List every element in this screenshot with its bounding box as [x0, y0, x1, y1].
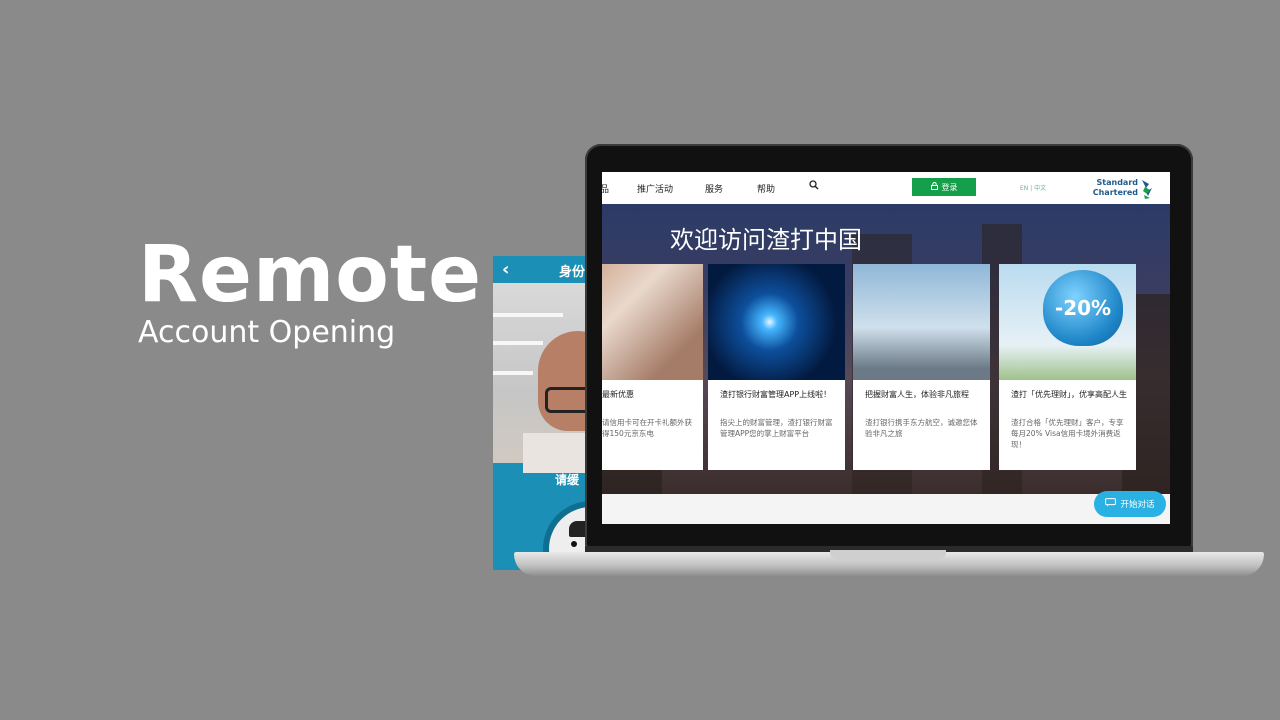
promo-card[interactable]: 最新优惠 请信用卡可在开卡礼额外获得150元京东电 [602, 264, 703, 470]
card-title: 最新优惠 [602, 390, 634, 399]
promo-card[interactable]: 渣打银行财富管理APP上线啦！ 指尖上的财富管理，渣打银行财富管理APP您的掌上… [708, 264, 845, 470]
standard-chartered-logo[interactable]: Standard Chartered [1092, 178, 1156, 200]
chevron-left-icon[interactable]: ‹ [502, 259, 509, 280]
start-chat-button[interactable]: 开始对话 [1094, 491, 1166, 517]
phone-header-title: 身份 [559, 265, 586, 280]
slide-subtitle: Account Opening [138, 315, 396, 350]
lock-icon [930, 182, 938, 192]
login-label: 登录 [941, 182, 958, 192]
login-button[interactable]: 登录 [912, 178, 976, 196]
card-image [853, 264, 990, 380]
card-image [602, 264, 703, 380]
discount-label: -20% [1054, 296, 1112, 320]
card-desc: 渣打合格「优先理财」客户，专享每月20% Visa信用卡境外消费返现！ [1011, 418, 1124, 449]
nav-item-promotions[interactable]: 推广活动 [637, 182, 673, 195]
card-desc: 指尖上的财富管理，渣打银行财富管理APP您的掌上财富平台 [720, 418, 833, 438]
promo-card[interactable]: 把握财富人生，体验非凡旅程 渣打银行携手东方航空，诚邀您体验非凡之旅 [853, 264, 990, 470]
laptop-screen: 品 推广活动 服务 帮助 登录 EN | 中文 Standard Charter… [602, 172, 1170, 524]
card-title: 渣打「优先理财」，优享高配人生 [1011, 390, 1127, 399]
site-nav: 品 推广活动 服务 帮助 登录 EN | 中文 Standard Charter… [602, 172, 1170, 204]
hero-banner: 欢迎访问渣打中国 最新优惠 请信用卡可在开卡礼额外获得150元京东电 渣打银行财… [602, 204, 1170, 494]
language-switch[interactable]: EN | 中文 [1020, 183, 1046, 192]
hero-heading: 欢迎访问渣打中国 [670, 226, 862, 254]
nav-item-services[interactable]: 服务 [705, 182, 723, 195]
card-desc: 渣打银行携手东方航空，诚邀您体验非凡之旅 [865, 418, 978, 438]
brand-line1: Standard [1096, 178, 1138, 187]
start-chat-label: 开始对话 [1120, 500, 1155, 510]
brand-line2: Chartered [1092, 188, 1138, 197]
nav-item-help[interactable]: 帮助 [757, 182, 775, 195]
chat-icon [1105, 498, 1117, 510]
card-title: 渣打银行财富管理APP上线啦！ [720, 390, 832, 399]
page-footer [602, 494, 1170, 524]
card-title: 把握财富人生，体验非凡旅程 [865, 390, 969, 399]
sc-logo-icon [1142, 180, 1152, 199]
promo-card[interactable]: -20% 渣打「优先理财」，优享高配人生 渣打合格「优先理财」客户，专享每月20… [999, 264, 1136, 470]
card-image: -20% [999, 264, 1136, 380]
card-desc: 请信用卡可在开卡礼额外获得150元京东电 [602, 418, 692, 438]
slide-title: Remote [138, 230, 483, 320]
card-image [708, 264, 845, 380]
nav-item-partial[interactable]: 品 [602, 182, 609, 195]
search-icon[interactable] [809, 180, 819, 193]
balloon-badge: -20% [1043, 270, 1123, 346]
phone-message: 请缓 [555, 473, 580, 487]
